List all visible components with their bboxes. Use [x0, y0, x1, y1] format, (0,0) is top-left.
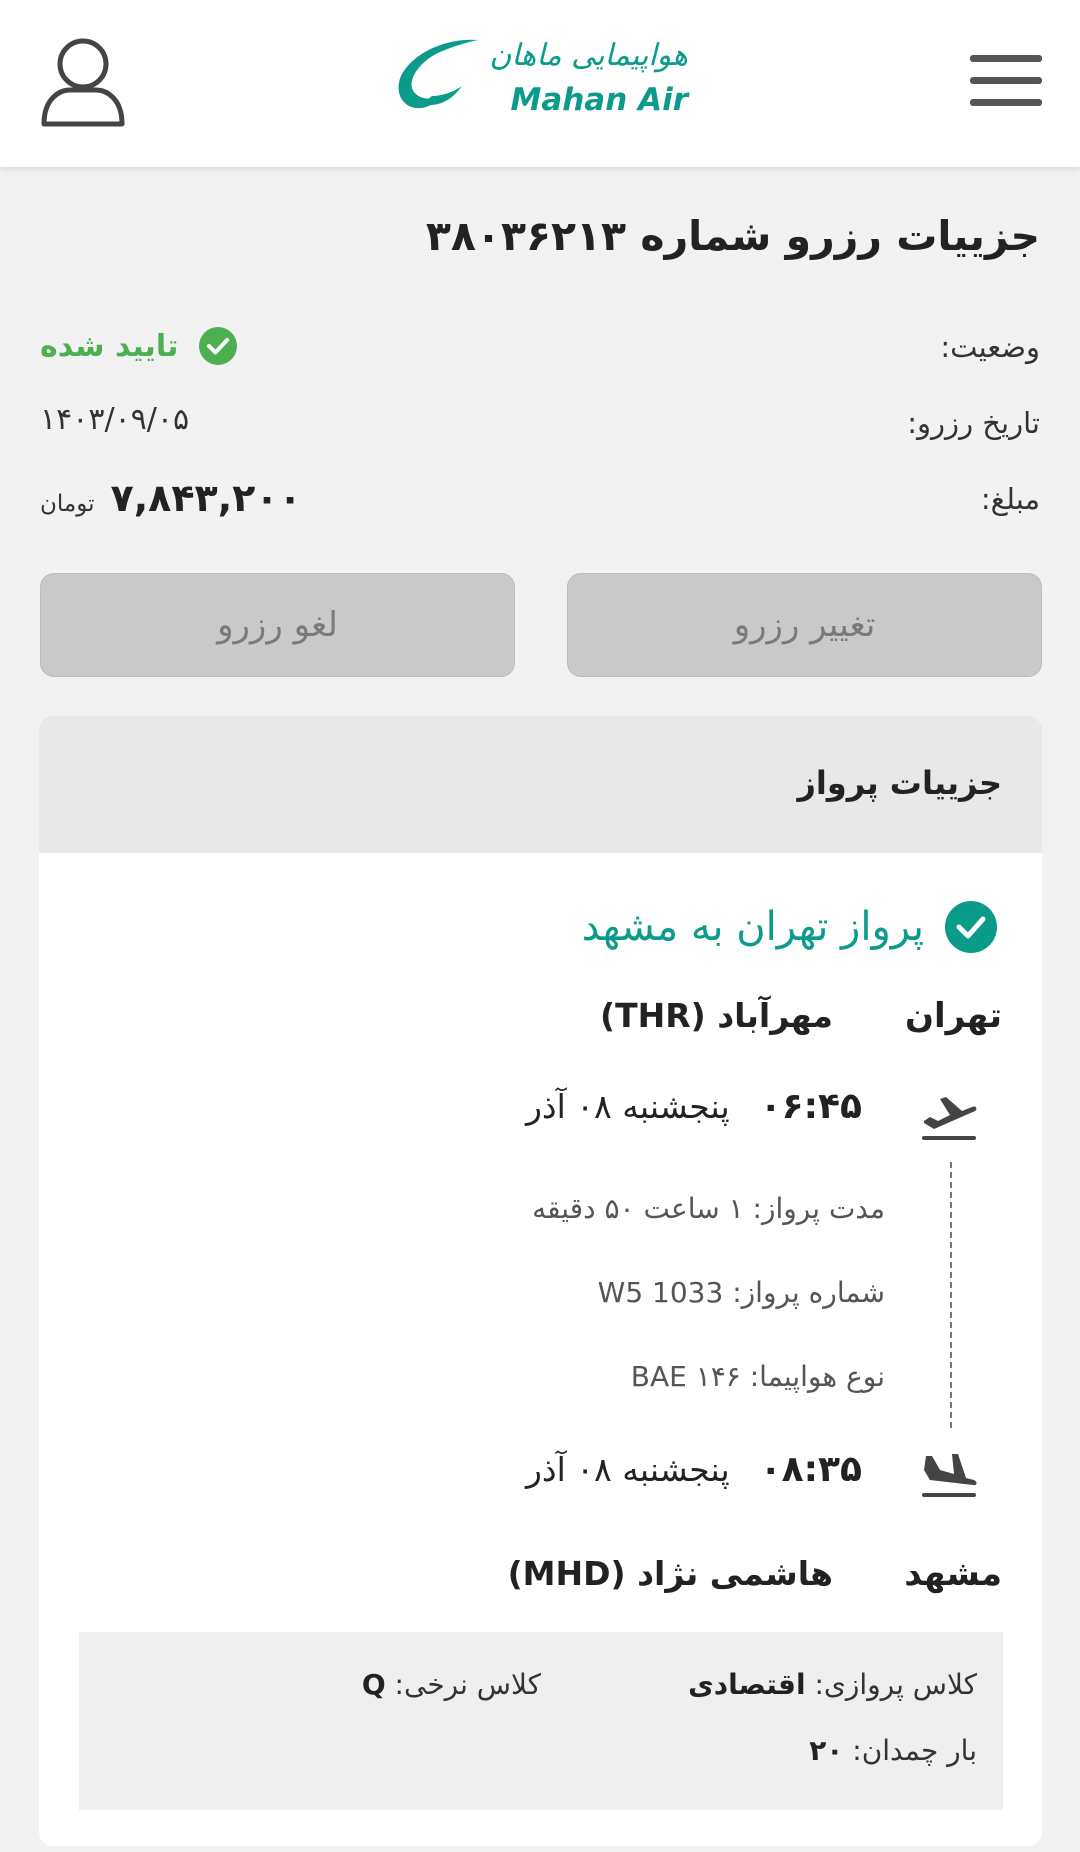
- plane-landing-icon: [922, 1454, 977, 1497]
- arrival-time: ۰۸:۳۵: [759, 1449, 862, 1490]
- baggage-value: ۲۰: [809, 1734, 844, 1767]
- baggage-allowance: بار چمدان: ۲۰: [809, 1734, 977, 1767]
- hamburger-menu-icon[interactable]: [970, 55, 1042, 109]
- flight-details-header: جزییات پرواز: [39, 716, 1042, 853]
- flight-number: شماره پرواز: W5 1033: [597, 1276, 885, 1309]
- departure-row: ۰۶:۴۵ پنجشنبه ۰۸ آذر: [526, 1086, 862, 1127]
- cabin-class-label: کلاس پروازی:: [814, 1668, 977, 1701]
- status-value: تایید شده: [40, 328, 179, 364]
- fare-class-value: Q: [361, 1668, 386, 1701]
- arrival-date: پنجشنبه ۰۸ آذر: [525, 1450, 730, 1489]
- fare-info-box: کلاس پروازی: اقتصادی کلاس نرخی: Q بار چم…: [79, 1632, 1003, 1810]
- booking-date-value: ۱۴۰۳/۰۹/۰۵: [40, 402, 190, 437]
- flight-details-card: جزییات پرواز پرواز تهران به مشهد تهران م…: [39, 716, 1042, 1846]
- departure-time: ۰۶:۴۵: [759, 1086, 862, 1127]
- amount-display: تومان ۷,۸۴۳,۲۰۰: [40, 476, 302, 520]
- cancel-booking-button[interactable]: لغو رزرو: [40, 573, 515, 677]
- app-header: هواپیمایی ماهان Mahan Air: [0, 0, 1080, 167]
- mahan-bird-icon: [398, 39, 478, 109]
- cabin-class-value: اقتصادی: [688, 1668, 806, 1701]
- change-booking-button[interactable]: تغییر رزرو: [567, 573, 1042, 677]
- fare-class-label: کلاس نرخی:: [394, 1668, 541, 1701]
- flight-details-title: جزییات پرواز: [797, 764, 1002, 802]
- logo-english-text: Mahan Air: [510, 82, 688, 118]
- fare-class: کلاس نرخی: Q: [362, 1668, 541, 1701]
- logo-persian-text: هواپیمایی ماهان: [489, 38, 688, 73]
- arrival-row: ۰۸:۳۵ پنجشنبه ۰۸ آذر: [526, 1449, 862, 1490]
- route-title: پرواز تهران به مشهد: [582, 900, 998, 954]
- user-profile-icon[interactable]: [40, 34, 126, 128]
- baggage-label: بار چمدان:: [852, 1734, 977, 1767]
- status-badge: تایید شده: [40, 326, 238, 366]
- check-circle-icon: [199, 327, 238, 365]
- amount-currency: تومان: [40, 491, 95, 517]
- check-circle-icon: [945, 901, 997, 953]
- aircraft-type: نوع هواپیما: BAE ۱۴۶: [630, 1360, 885, 1393]
- status-label: وضعیت:: [940, 330, 1040, 364]
- plane-takeoff-icon: [922, 1097, 977, 1140]
- destination-airport: هاشمی نژاد (MHD): [507, 1554, 833, 1593]
- flight-duration: مدت پرواز: ۱ ساعت ۵۰ دقیقه: [532, 1192, 885, 1225]
- amount-label: مبلغ:: [980, 482, 1040, 516]
- cabin-class: کلاس پروازی: اقتصادی: [688, 1668, 977, 1701]
- amount-value: ۷,۸۴۳,۲۰۰: [110, 476, 302, 520]
- flight-path-line: [950, 1162, 952, 1428]
- origin-airport: مهرآباد (THR): [600, 996, 833, 1035]
- departure-date: پنجشنبه ۰۸ آذر: [525, 1087, 730, 1126]
- page-title: جزییات رزرو شماره ۳۸۰۳۶۲۱۳: [425, 212, 1040, 260]
- mahan-air-logo[interactable]: هواپیمایی ماهان Mahan Air: [392, 30, 692, 130]
- destination-city: مشهد: [904, 1554, 1002, 1594]
- origin-city: تهران: [904, 996, 1002, 1036]
- booking-date-label: تاریخ رزرو:: [907, 406, 1040, 440]
- route-title-text: پرواز تهران به مشهد: [581, 904, 924, 950]
